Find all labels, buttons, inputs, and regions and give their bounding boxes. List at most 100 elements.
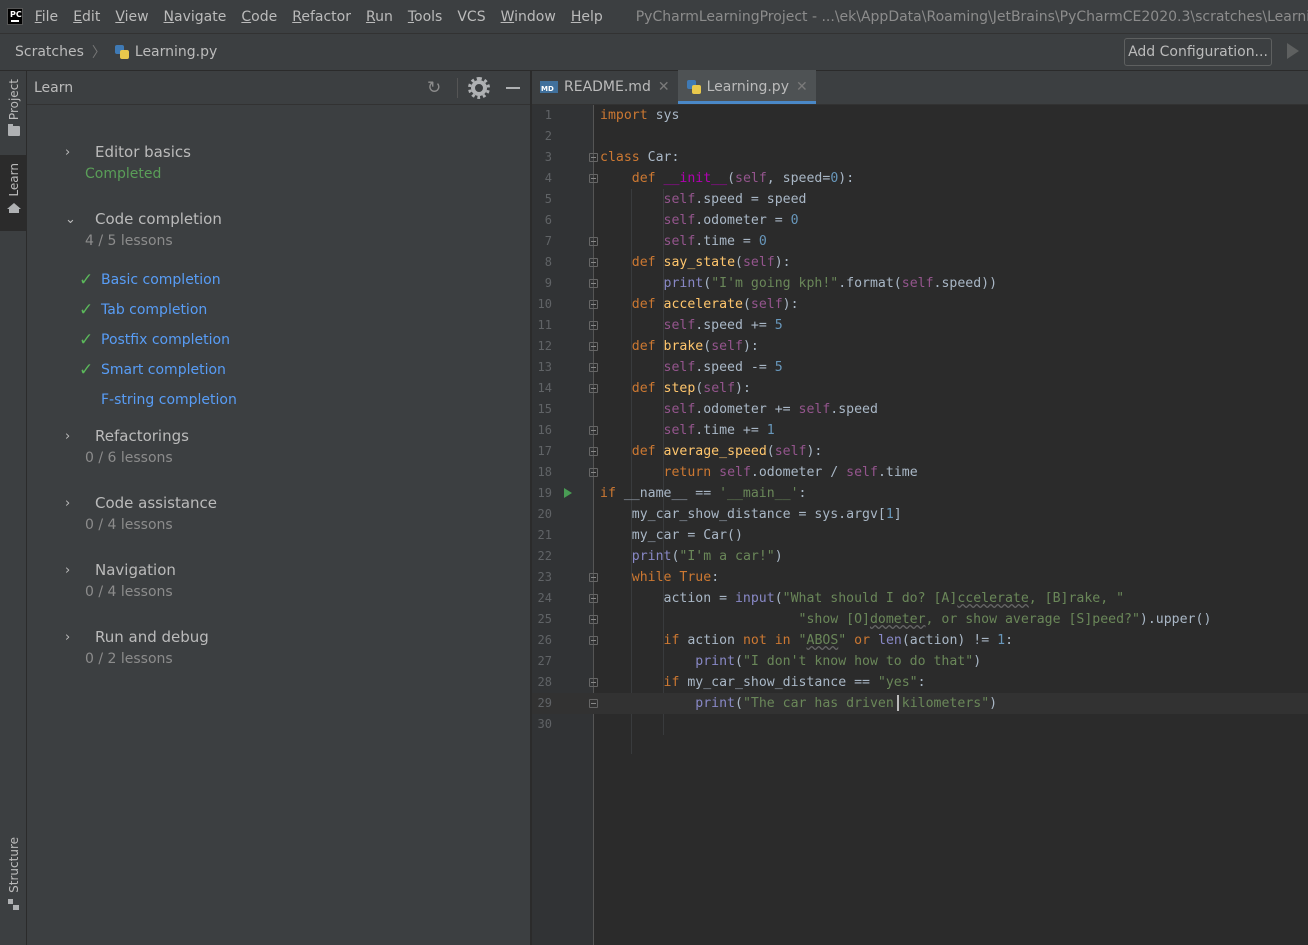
menu-navigate[interactable]: Navigate xyxy=(164,9,227,25)
learn-panel: Learn ↻ › Editor basics Completed ⌄ Code c… xyxy=(27,71,531,945)
fold-icon[interactable] xyxy=(589,594,598,603)
menu-file[interactable]: File xyxy=(35,9,58,25)
menu-view[interactable]: View xyxy=(115,9,148,25)
checkmark-icon: ✓ xyxy=(79,270,94,290)
chevron-right-icon: › xyxy=(65,562,71,578)
structure-icon xyxy=(7,898,20,911)
fold-icon[interactable] xyxy=(589,279,598,288)
code-line-current: 29 print("The car has driven kilometers") xyxy=(532,693,1308,714)
add-configuration-button[interactable]: Add Configuration... xyxy=(1124,38,1272,66)
fold-icon[interactable] xyxy=(589,174,598,183)
code-line: 8 def say_state(self): xyxy=(544,255,791,270)
module-status: 0 / 4 lessons xyxy=(85,584,173,600)
fold-icon[interactable] xyxy=(589,342,598,351)
fold-icon[interactable] xyxy=(589,384,598,393)
lesson-basic-completion[interactable]: ✓ Basic completion xyxy=(79,269,221,291)
lesson-smart-completion[interactable]: ✓ Smart completion xyxy=(79,359,226,381)
close-icon[interactable]: ✕ xyxy=(796,79,808,95)
minimize-icon[interactable] xyxy=(506,87,520,89)
fold-icon[interactable] xyxy=(589,300,598,309)
tool-window-project[interactable]: Project xyxy=(0,79,27,145)
menu-window[interactable]: Window xyxy=(501,9,556,25)
menu-run[interactable]: Run xyxy=(366,9,393,25)
learn-panel-title: Learn xyxy=(34,79,74,96)
python-file-icon xyxy=(686,79,703,96)
gear-icon[interactable] xyxy=(468,77,490,99)
module-code-assistance[interactable]: › Code assistance 0 / 4 lessons xyxy=(27,492,531,533)
code-line: 22 print("I'm a car!") xyxy=(537,549,783,564)
fold-icon[interactable] xyxy=(589,363,598,372)
code-line: 24 action = input("What should I do? [A]… xyxy=(537,591,1125,606)
fold-icon[interactable] xyxy=(589,153,598,162)
code-line: 4 def __init__(self, speed=0): xyxy=(544,171,855,186)
breadcrumb-scratches[interactable]: Scratches xyxy=(15,44,84,60)
fold-icon[interactable] xyxy=(589,678,598,687)
menu-refactor[interactable]: Refactor xyxy=(292,9,351,25)
code-line: 20 my_car_show_distance = sys.argv[1] xyxy=(537,507,902,522)
lesson-tab-completion[interactable]: ✓ Tab completion xyxy=(79,299,207,321)
module-status: Completed xyxy=(85,166,162,182)
code-line: 25 "show [O]dometer, or show average [S]… xyxy=(537,612,1212,627)
fold-icon[interactable] xyxy=(589,321,598,330)
menu-vcs[interactable]: VCS xyxy=(457,9,485,25)
chevron-right-icon: › xyxy=(65,629,71,645)
menu-edit[interactable]: Edit xyxy=(73,9,100,25)
chevron-right-icon: › xyxy=(65,428,71,444)
chevron-right-icon: 〉 xyxy=(91,45,106,61)
chevron-right-icon: › xyxy=(65,495,71,511)
lesson-f-string-completion[interactable]: F-string completion xyxy=(79,389,237,411)
module-refactorings[interactable]: › Refactorings 0 / 6 lessons xyxy=(27,425,531,466)
tool-window-structure[interactable]: Structure xyxy=(0,837,27,917)
text-caret xyxy=(896,695,899,711)
code-line: 14 def step(self): xyxy=(537,381,751,396)
module-run-and-debug[interactable]: › Run and debug 0 / 2 lessons xyxy=(27,626,531,667)
run-icon[interactable] xyxy=(1287,43,1299,59)
editor: MD README.md ✕ Learning.py ✕ 1 import sys… xyxy=(532,70,1308,945)
code-line: 2 xyxy=(544,129,552,143)
fold-icon[interactable] xyxy=(589,615,598,624)
module-navigation[interactable]: › Navigation 0 / 4 lessons xyxy=(27,559,531,600)
menu-code[interactable]: Code xyxy=(241,9,277,25)
code-line: 17 def average_speed(self): xyxy=(537,444,823,459)
chevron-right-icon: › xyxy=(65,144,71,160)
menu-tools[interactable]: Tools xyxy=(408,9,443,25)
fold-icon[interactable] xyxy=(589,258,598,267)
breadcrumb-file[interactable]: Learning.py xyxy=(114,44,217,61)
code-editor[interactable]: 1 import sys 2 3 class Car: 4 def __init__… xyxy=(532,105,1308,945)
fold-icon[interactable] xyxy=(589,447,598,456)
graduation-cap-icon xyxy=(6,202,21,213)
tab-readme[interactable]: MD README.md ✕ xyxy=(532,70,678,104)
code-line: 6 self.odometer = 0 xyxy=(544,213,799,228)
tool-window-learn[interactable]: Learn xyxy=(0,155,27,231)
markdown-file-icon: MD xyxy=(540,81,558,93)
editor-tabs: MD README.md ✕ Learning.py ✕ xyxy=(532,70,1308,105)
module-status: 0 / 2 lessons xyxy=(85,651,173,667)
code-line: 27 print("I don't know how to do that") xyxy=(537,654,982,669)
close-icon[interactable]: ✕ xyxy=(658,79,670,95)
menu-help[interactable]: Help xyxy=(571,9,603,25)
tab-learning-py[interactable]: Learning.py ✕ xyxy=(677,70,816,104)
fold-icon[interactable] xyxy=(589,699,598,708)
reset-icon[interactable]: ↻ xyxy=(427,78,441,98)
module-status: 0 / 4 lessons xyxy=(85,517,173,533)
code-line: 9 print("I'm going kph!".format(self.spe… xyxy=(544,276,998,291)
run-gutter-icon[interactable] xyxy=(564,488,572,498)
code-line: 1 import sys xyxy=(544,108,680,123)
code-line: 5 self.speed = speed xyxy=(544,192,807,207)
code-line: 13 self.speed -= 5 xyxy=(537,360,783,375)
module-status: 4 / 5 lessons xyxy=(85,233,173,249)
fold-icon[interactable] xyxy=(589,573,598,582)
fold-icon[interactable] xyxy=(589,426,598,435)
code-line: 12 def brake(self): xyxy=(537,339,759,354)
menu-bar: PC File Edit View Navigate Code Refactor… xyxy=(0,0,1308,34)
code-line: 10 def accelerate(self): xyxy=(537,297,799,312)
module-code-completion[interactable]: ⌄ Code completion 4 / 5 lessons xyxy=(27,208,531,249)
fold-icon[interactable] xyxy=(589,237,598,246)
python-file-icon xyxy=(114,44,131,61)
fold-icon[interactable] xyxy=(589,636,598,645)
module-editor-basics[interactable]: › Editor basics Completed xyxy=(27,141,531,182)
lesson-postfix-completion[interactable]: ✓ Postfix completion xyxy=(79,329,230,351)
module-status: 0 / 6 lessons xyxy=(85,450,173,466)
navigation-bar: Scratches 〉 Learning.py Add Configuratio… xyxy=(0,34,1308,71)
fold-icon[interactable] xyxy=(589,468,598,477)
